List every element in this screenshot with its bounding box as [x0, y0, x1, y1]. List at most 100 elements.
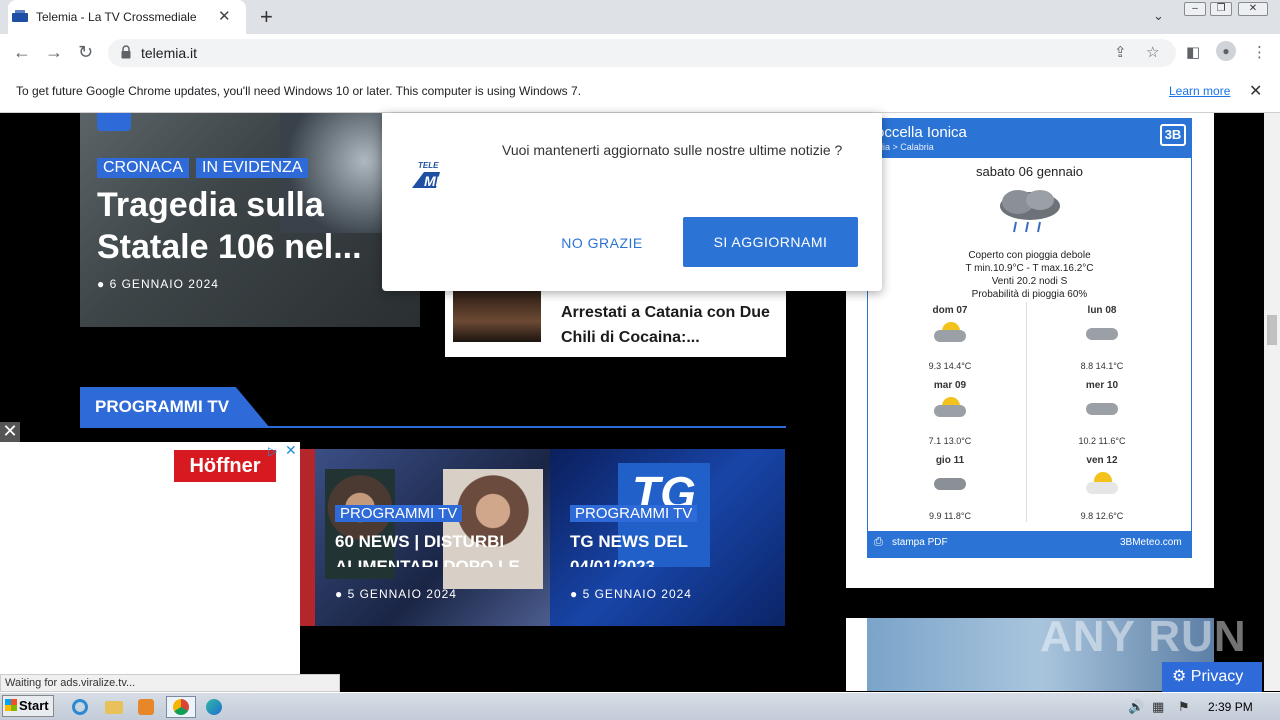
forecast-temps: 9.9 11.8°C — [929, 511, 971, 521]
chrome-taskbar-icon[interactable] — [166, 696, 196, 718]
clock-icon: ● — [97, 277, 106, 291]
date-text: 6 GENNAIO 2024 — [109, 277, 219, 291]
page-scrollbar[interactable] — [1264, 113, 1280, 691]
explorer-folder-icon[interactable] — [103, 697, 125, 717]
profile-avatar-icon[interactable]: ● — [1216, 41, 1236, 61]
ad-brand-logo[interactable]: Höffner — [174, 450, 276, 482]
menu-kebab-icon[interactable]: ⋮ — [1252, 43, 1267, 61]
windows-logo-icon — [5, 699, 17, 711]
action-center-flag-icon[interactable]: ⚑ — [1178, 699, 1190, 715]
program-title[interactable]: 60 NEWS | DISTURBI ALIMENTARI DOPO LE — [335, 529, 535, 567]
clock-icon: ● — [335, 587, 344, 601]
anyrun-watermark: ANY RUN — [1040, 612, 1247, 661]
weather-wind: Venti 20.2 nodi S — [991, 276, 1068, 287]
tab-close-icon[interactable]: ✕ — [218, 7, 231, 25]
rain-cloud-icon — [1084, 322, 1120, 348]
ie-icon[interactable] — [70, 697, 92, 717]
rain-cloud-icon — [1084, 397, 1120, 423]
category-badge[interactable]: CRONACA — [97, 158, 190, 178]
forecast-day: ven 12 — [1086, 455, 1118, 466]
program-card-partial[interactable] — [300, 449, 315, 626]
volume-icon[interactable]: 🔊 — [1128, 699, 1144, 715]
weather-city[interactable]: occella Ionica — [876, 124, 967, 141]
network-icon[interactable]: ▦ — [1152, 699, 1164, 715]
new-tab-button[interactable]: + — [260, 4, 273, 30]
program-date: ● 5 GENNAIO 2024 — [335, 587, 457, 601]
decline-button[interactable]: NO GRAZIE — [540, 231, 664, 255]
sun-cloud-icon — [1084, 470, 1120, 500]
reload-icon[interactable]: ↻ — [78, 42, 93, 63]
weather-widget[interactable] — [867, 118, 1192, 558]
edge-icon[interactable] — [204, 697, 226, 717]
ad-dismiss-icon[interactable]: ✕ — [285, 442, 297, 459]
section-title[interactable]: PROGRAMMI TV — [95, 397, 229, 417]
popup-message: Vuoi mantenerti aggiornato sulle nostre … — [502, 142, 843, 158]
privacy-label: Privacy — [1190, 668, 1244, 685]
forward-arrow-icon[interactable]: → — [45, 42, 63, 63]
program-date: ● 5 GENNAIO 2024 — [570, 587, 692, 601]
sun-rain-icon — [932, 320, 968, 350]
privacy-button[interactable]: ⚙ Privacy — [1162, 662, 1262, 692]
forecast-day: mer 10 — [1085, 380, 1119, 391]
rain-cloud-icon — [1000, 190, 1060, 233]
hero-article-title[interactable]: Tragedia sulla Statale 106 nel... — [97, 184, 397, 268]
category-badge[interactable]: IN EVIDENZA — [196, 158, 309, 178]
svg-text:MIA: MIA — [424, 173, 450, 189]
forecast-day: dom 07 — [932, 305, 968, 316]
address-bar[interactable] — [108, 39, 1176, 67]
telemia-favicon-icon — [12, 10, 28, 22]
clock-icon: ● — [570, 587, 579, 601]
side-panel-icon[interactable]: ◧ — [1186, 43, 1200, 61]
program-badge[interactable]: PROGRAMMI TV — [335, 505, 463, 522]
telemia-logo: TELE MIA — [412, 161, 450, 189]
weather-condition: Coperto con pioggia debole — [968, 250, 1091, 261]
adchoices-icon[interactable]: ▷ — [268, 444, 277, 458]
media-player-icon[interactable] — [136, 697, 158, 717]
tab-search-chevron-icon[interactable]: ⌄ — [1153, 8, 1164, 24]
date-text: 5 GENNAIO 2024 — [582, 587, 692, 601]
weather-temps: T min.10.9°C - T max.16.2°C — [965, 263, 1094, 274]
news-thumbnail[interactable] — [453, 290, 541, 342]
forecast-day: gio 11 — [935, 455, 965, 466]
scrollbar-thumb[interactable] — [1267, 315, 1277, 345]
printer-icon[interactable]: ⎙ — [874, 536, 883, 549]
weather-rain-probability: Probabilità di pioggia 60% — [971, 289, 1088, 300]
minimize-button[interactable]: – — [1184, 2, 1206, 16]
gear-icon: ⚙ — [1172, 668, 1187, 685]
hero-article-date: ● 6 GENNAIO 2024 — [97, 277, 219, 291]
tab-title: Telemia - La TV Crossmediale — [36, 10, 197, 24]
program-badge[interactable]: PROGRAMMI TV — [570, 505, 698, 522]
subscribe-button[interactable]: SI AGGIORNAMI — [683, 217, 858, 267]
forecast-day: mar 09 — [933, 380, 967, 391]
3bmeteo-link[interactable]: 3BMeteo.com — [1120, 537, 1182, 548]
maximize-button[interactable]: ❐ — [1210, 2, 1232, 16]
clock-time[interactable]: 2:39 PM — [1208, 700, 1253, 714]
camera-icon — [97, 113, 131, 131]
bookmark-star-icon[interactable]: ☆ — [1146, 43, 1159, 61]
status-bar: Waiting for ads.viralize.tv... — [0, 674, 340, 692]
weather-breadcrumb[interactable]: alia > Calabria — [876, 142, 934, 152]
infobar-message: To get future Google Chrome updates, you… — [16, 84, 582, 98]
forecast-divider — [1026, 302, 1027, 522]
weather-description: Coperto con pioggia debole T min.10.9°C … — [867, 249, 1192, 301]
print-pdf-link[interactable]: stampa PDF — [892, 537, 948, 548]
section-divider — [80, 426, 786, 428]
3bmeteo-logo[interactable]: 3B — [1160, 124, 1186, 146]
forecast-temps: 9.3 14.4°C — [928, 361, 972, 371]
url-text[interactable]: telemia.it — [141, 45, 197, 61]
svg-text:TELE: TELE — [418, 161, 439, 170]
date-text: 5 GENNAIO 2024 — [347, 587, 457, 601]
share-icon[interactable]: ⇪ — [1114, 43, 1127, 61]
rain-cloud-icon — [932, 472, 968, 498]
window-close-button[interactable]: ✕ — [1238, 2, 1268, 16]
back-arrow-icon[interactable]: ← — [13, 42, 31, 63]
forecast-day: lun 08 — [1087, 305, 1117, 316]
ad-close-button[interactable]: ✕ — [0, 422, 20, 442]
forecast-temps: 7.1 13.0°C — [928, 436, 972, 446]
infobar-close-icon[interactable]: ✕ — [1249, 81, 1262, 101]
program-title[interactable]: TG NEWS DEL 04/01/2023 — [570, 529, 770, 567]
news-title[interactable]: Arrestati a Catania con Due Chili di Coc… — [561, 300, 776, 350]
forecast-temps: 10.2 11.6°C — [1078, 436, 1126, 446]
lock-icon — [121, 45, 131, 59]
learn-more-link[interactable]: Learn more — [1169, 84, 1230, 98]
